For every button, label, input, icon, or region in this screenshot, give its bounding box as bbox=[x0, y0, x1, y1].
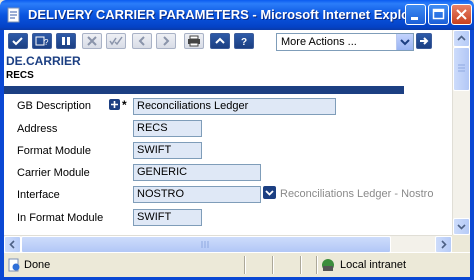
chevron-right-icon bbox=[441, 240, 447, 249]
minimize-icon bbox=[411, 17, 418, 20]
gb-description-label: GB Description bbox=[17, 100, 91, 112]
more-actions-select[interactable]: More Actions ... bbox=[276, 33, 414, 51]
window-frame-right bbox=[470, 30, 474, 280]
interface-label: Interface bbox=[17, 189, 60, 201]
carrier-module-label: Carrier Module bbox=[17, 167, 90, 179]
required-marker: * bbox=[122, 98, 127, 112]
scroll-right-button[interactable] bbox=[435, 236, 452, 253]
minimize-button[interactable] bbox=[405, 4, 426, 25]
status-separator bbox=[316, 256, 318, 274]
hold-button[interactable] bbox=[56, 33, 76, 49]
scroll-up-button[interactable] bbox=[453, 30, 470, 47]
status-separator bbox=[272, 256, 274, 274]
next-record-button[interactable] bbox=[156, 33, 176, 49]
vertical-scrollbar[interactable] bbox=[452, 30, 470, 235]
scroll-left-button[interactable] bbox=[4, 236, 21, 253]
application-name: DE.CARRIER bbox=[6, 54, 81, 68]
authorise-button[interactable] bbox=[106, 33, 126, 49]
window-title: DELIVERY CARRIER PARAMETERS - Microsoft … bbox=[28, 7, 420, 22]
close-icon bbox=[456, 9, 467, 20]
chevron-down-icon bbox=[457, 224, 466, 230]
chevron-left-icon bbox=[138, 36, 145, 46]
expand-multivalue-button[interactable] bbox=[109, 99, 120, 110]
interface-dropdown-button[interactable] bbox=[263, 186, 276, 199]
scroll-down-button[interactable] bbox=[453, 218, 470, 235]
double-check-icon bbox=[109, 36, 123, 46]
address-label: Address bbox=[17, 123, 58, 135]
checkmark-icon bbox=[12, 37, 23, 46]
format-module-field[interactable]: SWIFT bbox=[133, 142, 202, 159]
grip-icon bbox=[458, 64, 465, 72]
interface-field[interactable]: NOSTRO bbox=[133, 186, 261, 203]
plus-icon bbox=[111, 101, 118, 108]
ie-page-icon bbox=[7, 7, 20, 23]
format-module-label: Format Module bbox=[17, 145, 91, 157]
local-intranet-icon bbox=[322, 259, 334, 271]
page-content: ? ? More Actions ... DE.CARRIER RECS GB … bbox=[4, 30, 452, 235]
help-button[interactable]: ? bbox=[234, 33, 254, 49]
printer-icon bbox=[188, 35, 200, 47]
address-field[interactable]: RECS bbox=[133, 120, 202, 137]
in-format-module-field[interactable]: SWIFT bbox=[133, 209, 202, 226]
more-actions-value: More Actions ... bbox=[281, 36, 357, 48]
in-format-module-label: In Format Module bbox=[17, 212, 104, 224]
delete-button[interactable] bbox=[82, 33, 102, 49]
chevron-up-icon bbox=[457, 35, 466, 41]
validate-button[interactable] bbox=[8, 33, 28, 49]
title-bar: DELIVERY CARRIER PARAMETERS - Microsoft … bbox=[0, 0, 474, 30]
grip-icon bbox=[201, 241, 209, 248]
expand-up-button[interactable] bbox=[210, 33, 230, 49]
svg-text:?: ? bbox=[44, 38, 49, 47]
x-icon bbox=[87, 36, 97, 46]
chevron-left-icon bbox=[9, 240, 15, 249]
vertical-scroll-thumb[interactable] bbox=[453, 47, 470, 91]
previous-record-button[interactable] bbox=[132, 33, 152, 49]
chevron-down-icon bbox=[400, 39, 410, 46]
pause-icon bbox=[62, 37, 70, 45]
svg-text:?: ? bbox=[241, 37, 247, 48]
help-icon: ? bbox=[241, 37, 247, 48]
horizontal-scrollbar[interactable] bbox=[4, 235, 452, 253]
chevron-down-icon bbox=[265, 190, 274, 196]
maximize-button[interactable] bbox=[428, 4, 449, 25]
dropdown-button[interactable] bbox=[396, 34, 413, 50]
page-done-icon bbox=[8, 258, 20, 272]
go-button[interactable] bbox=[416, 33, 432, 49]
arrow-right-icon bbox=[420, 37, 429, 45]
scrollbar-corner bbox=[452, 235, 469, 252]
horizontal-scroll-thumb[interactable] bbox=[21, 236, 391, 253]
status-text: Done bbox=[24, 259, 51, 271]
header-divider bbox=[4, 86, 404, 94]
carrier-module-field[interactable]: GENERIC bbox=[133, 164, 261, 181]
status-separator bbox=[244, 256, 246, 274]
status-bar: Done Local intranet bbox=[4, 252, 470, 277]
chevron-right-icon bbox=[163, 36, 170, 46]
chevron-up-icon bbox=[215, 37, 225, 44]
print-button[interactable] bbox=[184, 33, 204, 49]
security-zone: Local intranet bbox=[340, 259, 407, 271]
gb-description-field[interactable]: Reconciliations Ledger bbox=[133, 98, 336, 115]
commit-button[interactable]: ? bbox=[32, 33, 52, 49]
edit-query-icon: ? bbox=[35, 36, 49, 47]
interface-enrichment: Reconciliations Ledger - Nostro bbox=[280, 188, 434, 200]
status-separator bbox=[300, 256, 302, 274]
close-button[interactable] bbox=[451, 4, 472, 25]
record-id: RECS bbox=[6, 70, 34, 81]
maximize-icon bbox=[432, 8, 445, 20]
